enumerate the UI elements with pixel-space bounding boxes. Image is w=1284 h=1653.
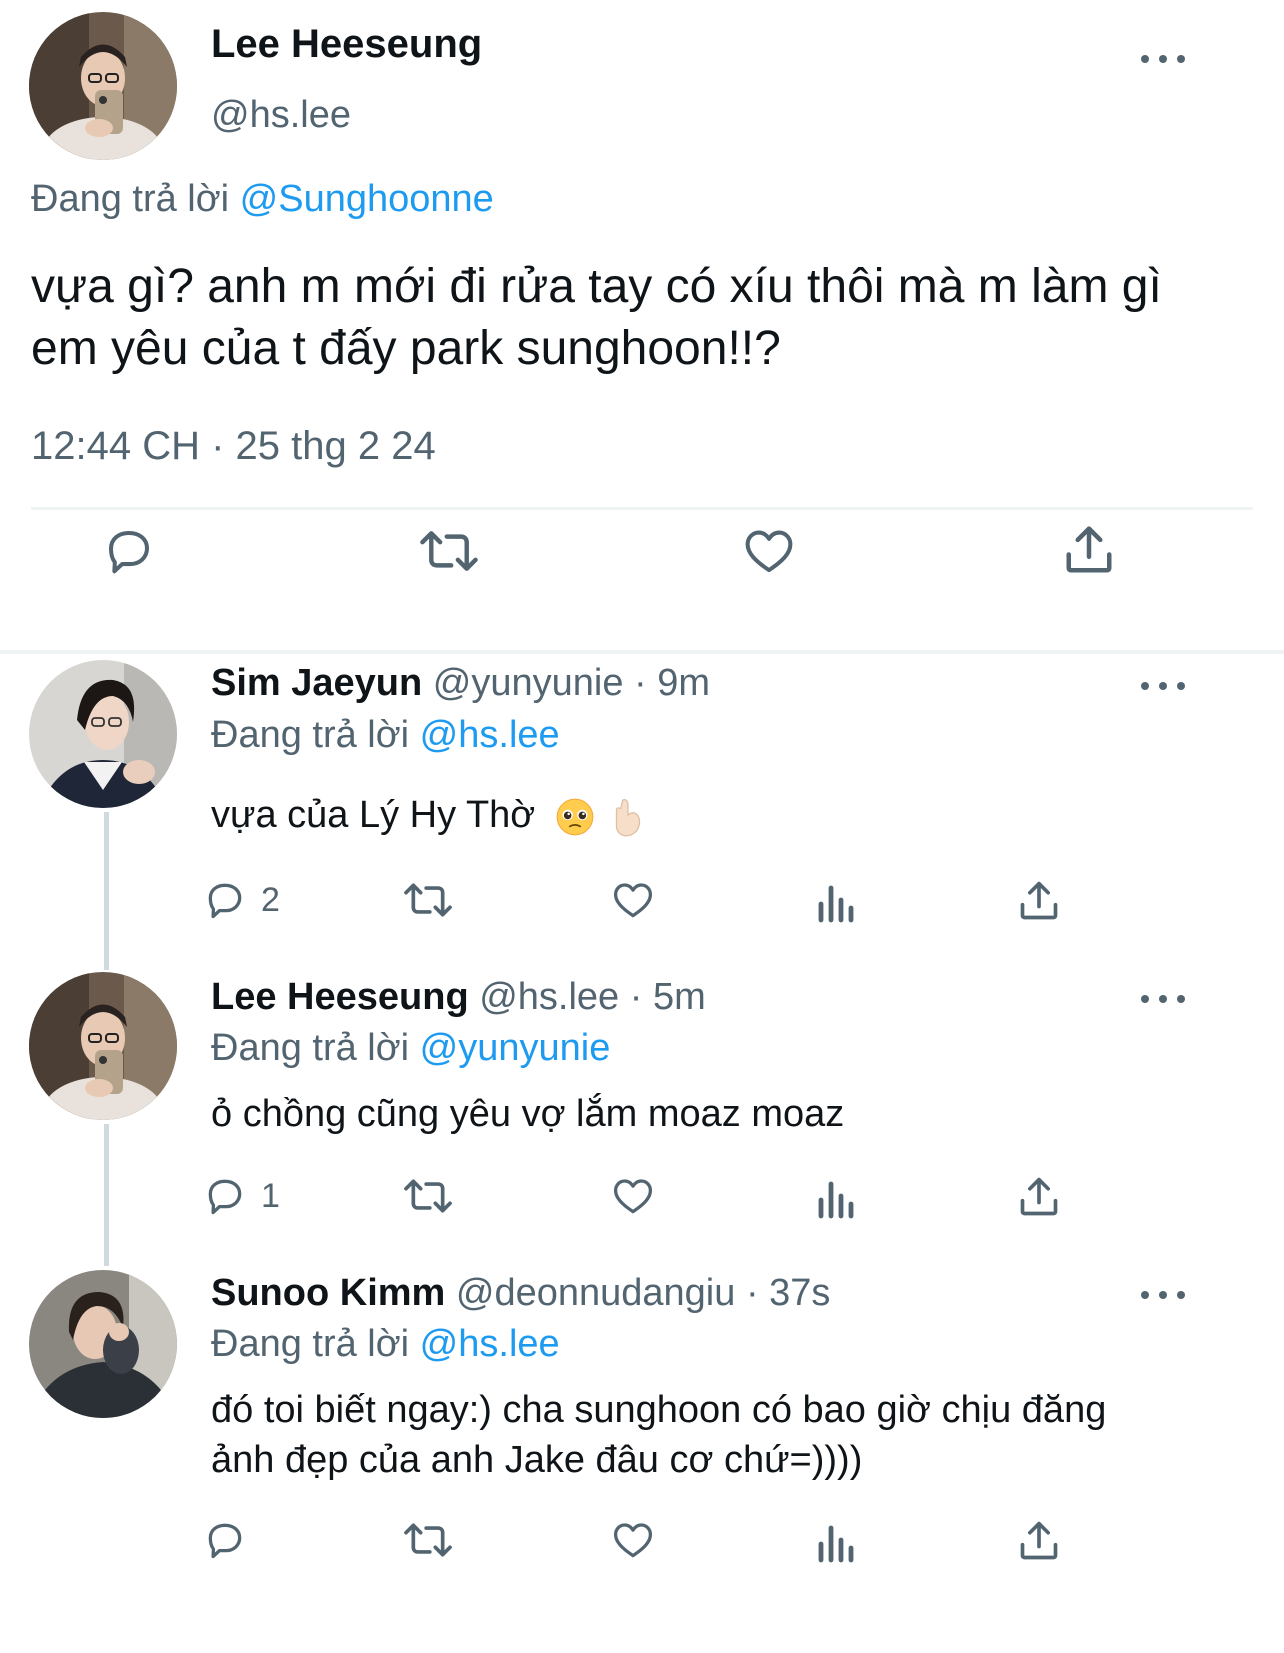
replying-to-mention[interactable]: @yunyunie xyxy=(420,1027,611,1069)
reply-author-name[interactable]: Sunoo Kimm xyxy=(211,1272,445,1314)
share-icon xyxy=(1020,1521,1058,1560)
retweet-icon xyxy=(420,531,478,571)
more-options-icon[interactable] xyxy=(1141,676,1185,696)
main-author-name[interactable]: Lee Heeseung xyxy=(211,22,482,67)
reply-button[interactable]: 1 xyxy=(203,1174,280,1218)
reply-replying-to: Đang trả lời @yunyunie xyxy=(211,1027,610,1070)
replying-to-mention[interactable]: @hs.lee xyxy=(420,714,560,756)
more-options-icon[interactable] xyxy=(1141,1285,1185,1305)
reply-time[interactable]: · 5m xyxy=(630,976,706,1018)
pinched-fingers-emoji xyxy=(616,799,641,837)
retweet-button[interactable] xyxy=(402,878,454,922)
share-icon xyxy=(1020,881,1058,920)
views-button[interactable] xyxy=(815,880,855,924)
retweet-button[interactable] xyxy=(402,1518,454,1562)
replying-to-mention[interactable]: @Sunghoonne xyxy=(240,178,494,220)
reply-text-content: vựa của Lý Hy Thờ xyxy=(211,794,536,836)
reply-header: Lee Heeseung @hs.lee · 5m xyxy=(211,976,706,1019)
reply-author-name[interactable]: Lee Heeseung xyxy=(211,976,469,1018)
reply-text: ỏ chồng cũng yêu vợ lắm moaz moaz xyxy=(211,1093,845,1135)
like-button[interactable] xyxy=(610,878,656,922)
views-button[interactable] xyxy=(815,1176,855,1220)
divider xyxy=(31,507,1253,510)
reply-replying-to: Đang trả lời @hs.lee xyxy=(211,714,560,757)
views-button[interactable] xyxy=(815,1520,855,1564)
retweet-icon xyxy=(404,1523,452,1557)
share-button[interactable] xyxy=(1017,1518,1061,1564)
share-button[interactable] xyxy=(1062,522,1116,578)
section-divider xyxy=(0,650,1284,654)
reply-text: đó toi biết ngay:) cha sunghoon có bao g… xyxy=(211,1389,1107,1481)
views-icon xyxy=(818,1181,854,1219)
retweet-button[interactable] xyxy=(402,1174,454,1218)
main-tweet-text: vựa gì? anh m mới đi rửa tay có xíu thôi… xyxy=(31,260,1162,375)
reply-time[interactable]: · 9m xyxy=(634,662,710,704)
views-icon xyxy=(818,885,854,923)
reply-text: vựa của Lý Hy Thờ xyxy=(211,790,1211,840)
replying-prefix: Đang trả lời xyxy=(31,178,230,220)
replying-prefix: Đang trả lời xyxy=(211,714,410,756)
share-icon xyxy=(1066,526,1112,573)
reply-time[interactable]: · 37s xyxy=(746,1272,830,1314)
replying-prefix: Đang trả lời xyxy=(211,1027,410,1069)
reply-replying-to: Đang trả lời @hs.lee xyxy=(211,1323,560,1366)
like-button[interactable] xyxy=(741,524,797,578)
main-replying-to: Đang trả lời @Sunghoonne xyxy=(31,178,494,221)
pleading-face-emoji xyxy=(556,798,594,836)
avatar-reply-2[interactable] xyxy=(29,972,177,1120)
reply-icon xyxy=(108,530,150,574)
reply-author-handle[interactable]: @yunyunie xyxy=(433,662,624,704)
reply-count: 2 xyxy=(261,880,280,919)
like-icon xyxy=(613,1523,653,1558)
share-button[interactable] xyxy=(1017,1174,1061,1220)
reply-button[interactable] xyxy=(203,1518,261,1562)
reply-button[interactable] xyxy=(102,524,156,578)
main-author-handle[interactable]: @hs.lee xyxy=(211,94,351,137)
reply-icon xyxy=(208,1523,242,1559)
more-options-icon[interactable] xyxy=(1141,989,1185,1009)
retweet-button[interactable] xyxy=(418,524,480,578)
reply-author-handle[interactable]: @deonnudangiu xyxy=(456,1272,736,1314)
views-icon xyxy=(818,1525,854,1563)
reply-header: Sunoo Kimm @deonnudangiu · 37s xyxy=(211,1272,830,1315)
replying-to-mention[interactable]: @hs.lee xyxy=(420,1323,560,1365)
reply-author-name[interactable]: Sim Jaeyun xyxy=(211,662,422,704)
avatar-reply-3[interactable] xyxy=(29,1270,177,1418)
avatar-main-author[interactable] xyxy=(29,12,177,160)
share-button[interactable] xyxy=(1017,878,1061,924)
like-button[interactable] xyxy=(610,1518,656,1562)
reply-button[interactable]: 2 xyxy=(203,878,280,922)
reply-author-handle[interactable]: @hs.lee xyxy=(479,976,619,1018)
share-icon xyxy=(1020,1177,1058,1216)
like-icon xyxy=(745,530,793,573)
like-icon xyxy=(613,883,653,918)
more-options-icon[interactable] xyxy=(1141,49,1185,69)
thread-connector xyxy=(104,812,109,970)
retweet-icon xyxy=(404,883,452,917)
thread-connector xyxy=(104,1124,109,1266)
like-icon xyxy=(613,1179,653,1214)
reply-icon xyxy=(208,883,242,919)
retweet-icon xyxy=(404,1179,452,1213)
reply-icon xyxy=(208,1179,242,1215)
avatar-reply-1[interactable] xyxy=(29,660,177,808)
reply-header: Sim Jaeyun @yunyunie · 9m xyxy=(211,662,710,705)
replying-prefix: Đang trả lời xyxy=(211,1323,410,1365)
like-button[interactable] xyxy=(610,1174,656,1218)
reply-count: 1 xyxy=(261,1176,280,1215)
main-tweet-timestamp[interactable]: 12:44 CH · 25 thg 2 24 xyxy=(31,424,436,469)
